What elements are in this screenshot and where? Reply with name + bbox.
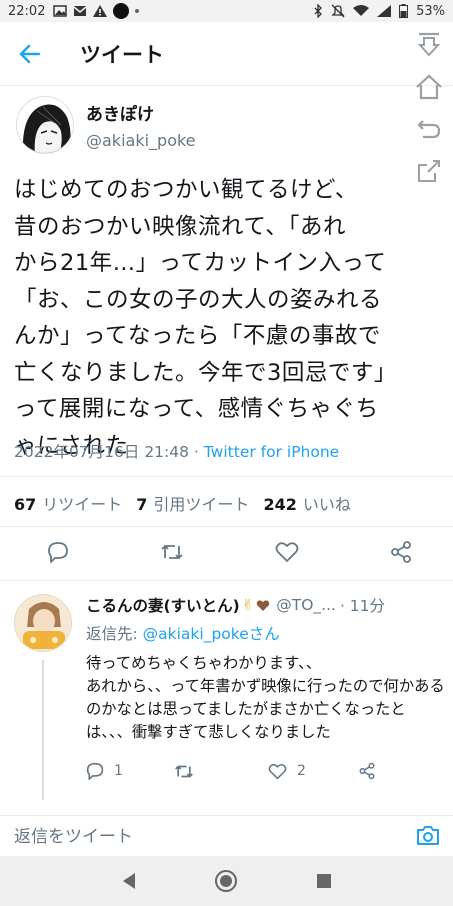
system-icons: 53% bbox=[313, 4, 445, 19]
reply-author-name: こるんの妻(すいとん) bbox=[86, 597, 240, 615]
nav-back-button[interactable] bbox=[115, 867, 143, 895]
reply-like-count: 2 bbox=[297, 763, 306, 779]
back-button[interactable] bbox=[16, 40, 44, 68]
signal-icon bbox=[377, 5, 392, 17]
quotes-label: 引用ツイート bbox=[153, 495, 250, 514]
back-arrow-icon bbox=[19, 44, 41, 63]
quotes-stat[interactable]: 7 引用ツイート bbox=[136, 491, 249, 515]
share-button[interactable] bbox=[387, 538, 415, 566]
retweet-icon bbox=[161, 545, 183, 559]
divider bbox=[0, 526, 453, 527]
likes-stat[interactable]: 242 いいね bbox=[263, 491, 350, 515]
retweet-button[interactable] bbox=[158, 538, 186, 566]
status-time: 22:02 bbox=[8, 3, 46, 19]
home-icon bbox=[416, 74, 442, 100]
tweet-meta: 2022年07月16日 21:48 · Twitter for iPhone bbox=[14, 440, 339, 462]
mute-icon bbox=[331, 4, 345, 18]
undo-button[interactable] bbox=[413, 114, 445, 144]
replying-to: 返信先: @akiaki_pokeさん bbox=[86, 622, 446, 644]
top-bar: ツイート bbox=[0, 22, 453, 86]
tweet-datetime: 2022年07月16日 21:48 bbox=[14, 443, 189, 461]
reply-button[interactable] bbox=[44, 538, 72, 566]
reply-avatar-image bbox=[15, 595, 71, 651]
author-handle: @akiaki_poke bbox=[86, 131, 196, 150]
battery-icon bbox=[399, 4, 409, 18]
victory-hand-icon: ✌ bbox=[241, 596, 255, 614]
nav-recents-button[interactable] bbox=[310, 867, 338, 895]
home-button[interactable] bbox=[413, 72, 445, 102]
replying-to-mention-link[interactable]: @akiaki_pokeさん bbox=[143, 625, 280, 643]
reply-header: こるんの妻(すいとん) ✌ @TO_... · 11分 bbox=[86, 594, 446, 616]
share-icon bbox=[391, 541, 411, 563]
reply-text: 待ってめちゃくちゃわかります、、 あれから、、って年書かず映像に行ったので何かあ… bbox=[86, 654, 445, 741]
system-nav-bar bbox=[0, 856, 453, 906]
tweet-text: はじめてのおつかい観てるけど、 昔のおつかい映像流れて、「あれ から21年…」っ… bbox=[14, 177, 397, 459]
reply-time: · 11分 bbox=[339, 597, 386, 615]
compose-input[interactable]: 返信をツイート bbox=[14, 822, 133, 847]
nav-recents-icon bbox=[317, 874, 332, 888]
reply-share-button[interactable] bbox=[358, 762, 376, 780]
undo-icon bbox=[417, 120, 441, 139]
app-notification-icon bbox=[113, 3, 130, 19]
author-name: あきぽけ bbox=[86, 105, 154, 125]
warning-icon bbox=[93, 5, 108, 17]
mail-icon bbox=[73, 6, 87, 16]
tweet-actions bbox=[0, 538, 453, 570]
replying-to-label: 返信先: bbox=[86, 625, 143, 643]
tweet-source-link[interactable]: Twitter for iPhone bbox=[204, 443, 339, 461]
reply-retweet-button[interactable] bbox=[174, 763, 268, 780]
scroll-to-bottom-button[interactable] bbox=[413, 30, 445, 60]
heart-icon bbox=[275, 542, 299, 562]
thread-line bbox=[42, 660, 44, 800]
download-arrow-icon bbox=[417, 32, 441, 57]
nav-home-button[interactable] bbox=[212, 867, 240, 895]
nav-home-icon bbox=[215, 870, 238, 892]
heart-icon bbox=[268, 763, 287, 779]
bluetooth-icon bbox=[314, 4, 323, 18]
tweet-stats: 67 リツイート 7 引用ツイート 242 いいね bbox=[14, 491, 351, 515]
brown-heart-icon bbox=[257, 599, 270, 611]
retweets-count: 67 bbox=[14, 495, 37, 514]
nav-back-icon bbox=[122, 873, 135, 889]
reply-icon bbox=[86, 762, 104, 780]
page-title: ツイート bbox=[80, 42, 164, 67]
divider bbox=[0, 580, 453, 581]
likes-label: いいね bbox=[302, 495, 351, 514]
manga-avatar-image bbox=[17, 97, 73, 153]
quotes-count: 7 bbox=[136, 495, 148, 514]
reply-compose-bar[interactable]: 返信をツイート bbox=[0, 815, 453, 853]
status-bar: 22:02 53% bbox=[0, 0, 453, 22]
retweet-icon bbox=[175, 765, 193, 777]
reply-reply-button[interactable]: 1 bbox=[86, 762, 174, 780]
retweets-stat[interactable]: 67 リツイート bbox=[14, 491, 122, 515]
likes-count: 242 bbox=[263, 495, 297, 514]
reply-reply-count: 1 bbox=[114, 763, 123, 779]
like-button[interactable] bbox=[273, 538, 301, 566]
tweet-author[interactable]: あきぽけ @akiaki_poke bbox=[16, 96, 196, 154]
reply-actions: 1 2 bbox=[86, 762, 446, 780]
more-notifications-icon bbox=[135, 9, 140, 13]
reply-author-handle: @TO_... bbox=[276, 596, 336, 614]
reply-icon bbox=[48, 542, 68, 563]
reply-like-button[interactable]: 2 bbox=[268, 763, 358, 780]
divider bbox=[0, 476, 453, 477]
notification-icons bbox=[53, 3, 140, 19]
battery-percent: 53% bbox=[416, 3, 445, 19]
avatar[interactable] bbox=[16, 96, 74, 154]
wifi-icon bbox=[353, 5, 370, 16]
camera-icon bbox=[417, 826, 439, 845]
image-icon bbox=[53, 5, 68, 17]
share-icon bbox=[359, 762, 375, 780]
avatar[interactable] bbox=[14, 594, 72, 652]
camera-button[interactable] bbox=[415, 822, 441, 848]
side-toolbar bbox=[411, 30, 447, 186]
retweets-label: リツイート bbox=[42, 495, 123, 514]
meta-separator: · bbox=[189, 443, 204, 461]
